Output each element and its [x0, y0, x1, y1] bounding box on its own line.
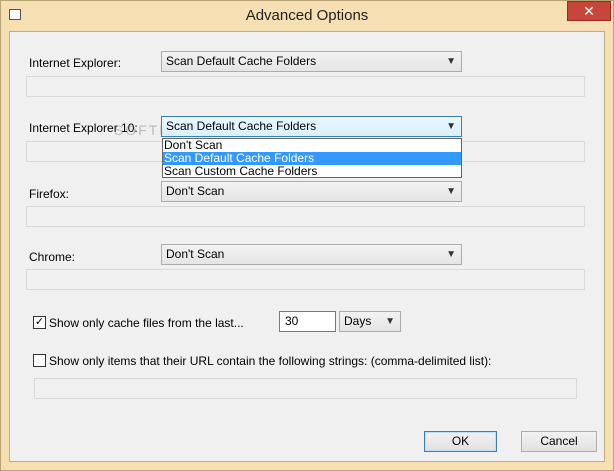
ie-label: Internet Explorer:: [29, 56, 122, 70]
cancel-button[interactable]: Cancel: [521, 431, 597, 452]
ie-custom-folder-input[interactable]: [26, 76, 585, 97]
ie10-scan-select[interactable]: Scan Default Cache Folders ▼: [161, 116, 462, 137]
cache-age-checkbox[interactable]: ✓: [33, 316, 46, 329]
advanced-options-window: Advanced Options ✕ Internet Explorer: Sc…: [0, 0, 614, 471]
close-button[interactable]: ✕: [567, 1, 611, 21]
ie-scan-select-value: Scan Default Cache Folders: [166, 54, 317, 68]
ie-scan-select[interactable]: Scan Default Cache Folders ▼: [161, 51, 462, 72]
firefox-custom-folder-input[interactable]: [26, 206, 585, 227]
url-filter-checkbox[interactable]: [33, 354, 46, 367]
window-title: Advanced Options: [245, 7, 369, 24]
cache-age-input[interactable]: 30: [279, 311, 336, 332]
chevron-down-icon: ▼: [446, 249, 456, 260]
firefox-scan-select-value: Don't Scan: [166, 184, 225, 198]
title-bar[interactable]: Advanced Options ✕: [1, 1, 613, 31]
cache-age-unit-value: Days: [344, 314, 372, 328]
chrome-label: Chrome:: [29, 250, 76, 264]
cache-age-unit-select[interactable]: Days ▼: [339, 311, 401, 332]
url-filter-label: Show only items that their URL contain t…: [49, 354, 492, 368]
url-filter-input[interactable]: [34, 378, 577, 399]
chevron-down-icon: ▼: [446, 121, 456, 132]
chevron-down-icon: ▼: [446, 56, 456, 67]
chrome-custom-folder-input[interactable]: [26, 269, 585, 290]
ie10-scan-dropdown-list: Don't Scan Scan Default Cache Folders Sc…: [162, 138, 462, 178]
ok-button[interactable]: OK: [424, 431, 497, 452]
firefox-label: Firefox:: [29, 187, 70, 201]
dialog-body: Internet Explorer: Scan Default Cache Fo…: [9, 31, 605, 462]
chevron-down-icon: ▼: [385, 316, 395, 327]
chevron-down-icon: ▼: [446, 186, 456, 197]
ie10-scan-select-value: Scan Default Cache Folders: [166, 119, 317, 133]
firefox-scan-select[interactable]: Don't Scan ▼: [161, 181, 462, 202]
cache-age-label: Show only cache files from the last...: [49, 316, 244, 330]
chrome-scan-select[interactable]: Don't Scan ▼: [161, 244, 462, 265]
dropdown-option-scan-custom[interactable]: Scan Custom Cache Folders: [163, 165, 461, 178]
chrome-scan-select-value: Don't Scan: [166, 247, 225, 261]
